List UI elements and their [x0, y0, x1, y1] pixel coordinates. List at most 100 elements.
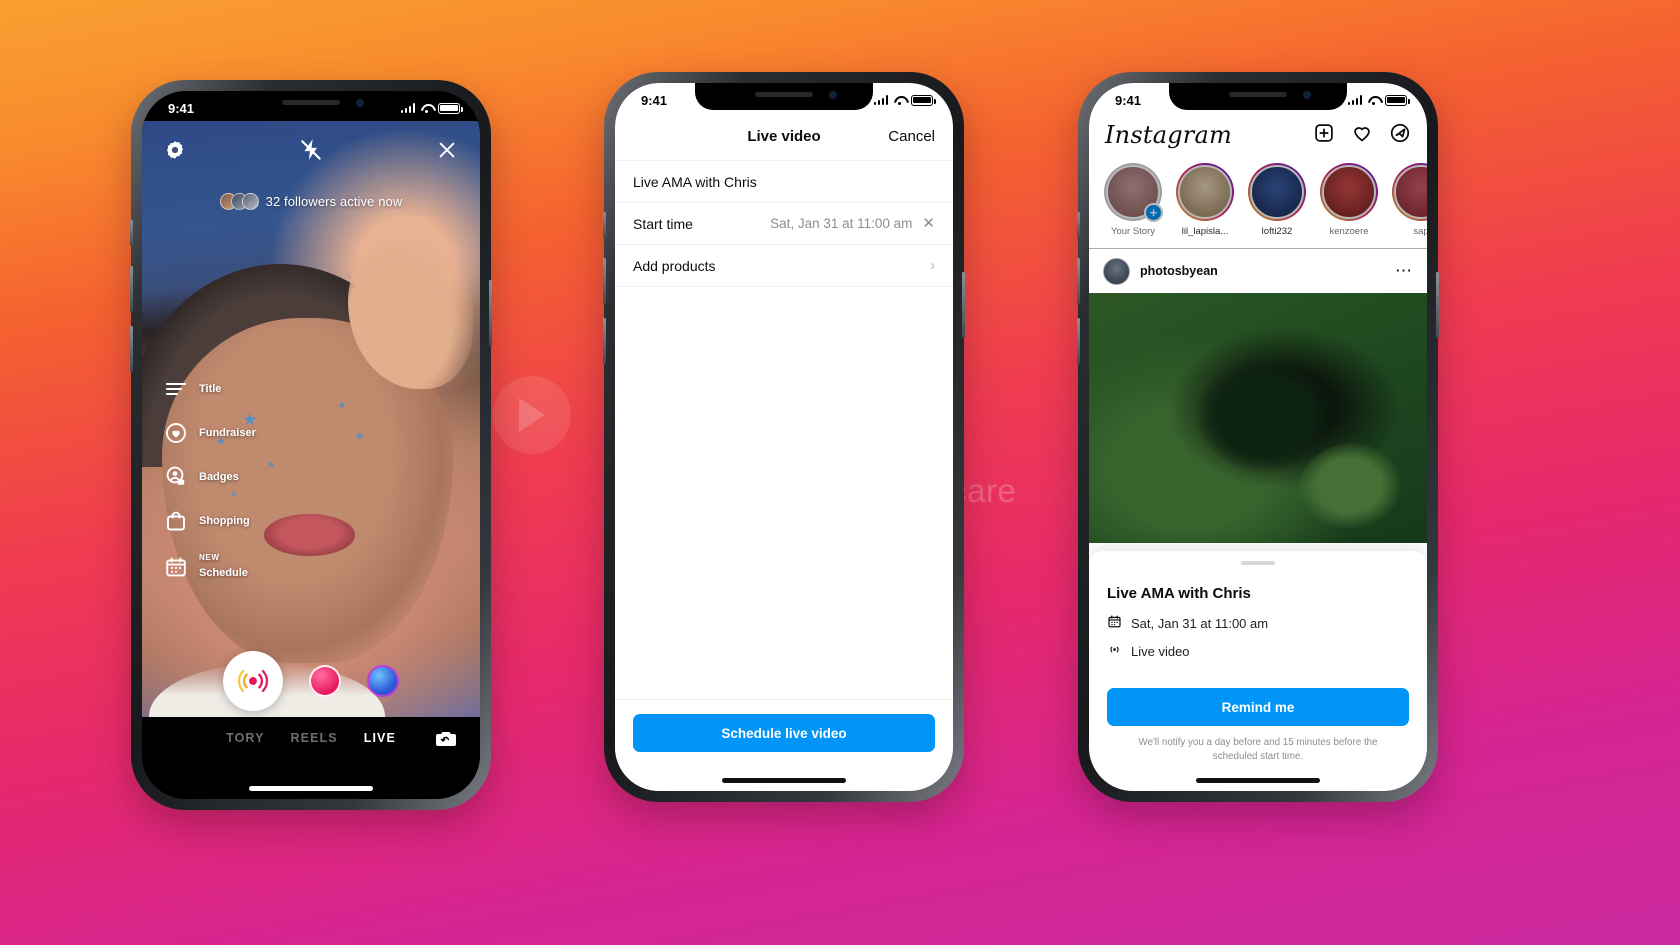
live-broadcast-button[interactable] [223, 651, 283, 711]
active-followers-indicator: 32 followers active now [142, 193, 480, 210]
add-story-plus-icon[interactable]: + [1144, 203, 1163, 222]
phone2-power-button[interactable] [962, 272, 965, 338]
live-side-menu: Title Fundraiser Badges Shopping NEW Sch… [164, 377, 256, 581]
phone-live-composer: 9:41 32 followers active now Title Fundr… [130, 80, 492, 810]
phone1-screen: 9:41 32 followers active now Title Fundr… [142, 91, 480, 799]
close-icon[interactable] [436, 139, 458, 166]
cellular-signal-icon [1347, 95, 1362, 105]
scheduled-live-title: Live AMA with Chris [1107, 585, 1251, 602]
heart-icon[interactable] [1351, 122, 1373, 149]
story-name: Your Story [1110, 226, 1155, 237]
shopping-bag-icon [164, 509, 188, 533]
phone1-volume-up-button[interactable] [130, 266, 133, 312]
instagram-header: Instagram [1089, 113, 1427, 157]
tab-story[interactable]: TORY [226, 731, 264, 745]
sheet-grabber[interactable] [1241, 561, 1275, 565]
story-item[interactable]: lil_lapisla... [1175, 163, 1235, 248]
phone2-home-indicator [722, 778, 846, 783]
gear-icon[interactable] [164, 139, 186, 166]
phone2-notch [695, 83, 873, 110]
effect-blue-icon[interactable] [367, 665, 399, 697]
watermark-logo-icon [493, 376, 571, 454]
phone1-home-indicator [249, 786, 373, 791]
stories-tray[interactable]: + Your Story lil_lapisla... lofti232 ken… [1089, 157, 1427, 249]
live-title-input[interactable]: Live AMA with Chris [615, 161, 953, 203]
scheduled-live-type-row: Live video [1107, 642, 1409, 660]
avatar[interactable] [1103, 257, 1130, 285]
side-menu-item-badges[interactable]: Badges [164, 465, 256, 489]
live-broadcast-icon [228, 656, 278, 706]
more-dots-icon[interactable]: ⋯ [1395, 261, 1413, 281]
phone3-volume-down-button[interactable] [1077, 318, 1080, 364]
phone1-status-time: 9:41 [168, 100, 195, 116]
battery-icon [438, 102, 463, 114]
scheduled-live-type: Live video [1131, 643, 1190, 659]
schedule-live-video-button[interactable]: Schedule live video [633, 714, 935, 752]
side-menu-label: Title [199, 383, 222, 395]
side-menu-item-schedule[interactable]: NEW Schedule [164, 553, 256, 581]
reminder-note: We'll notify you a day before and 15 min… [1138, 737, 1378, 763]
story-name: lofti232 [1261, 226, 1293, 237]
calendar-icon [164, 555, 188, 579]
plus-square-icon[interactable] [1313, 122, 1335, 149]
phone1-volume-down-button[interactable] [130, 326, 133, 372]
battery-icon [911, 94, 936, 106]
post-image [1089, 293, 1427, 543]
story-name: kenzoere [1329, 226, 1369, 237]
phone2-volume-down-button[interactable] [603, 318, 606, 364]
heart-circle-icon [164, 421, 188, 445]
story-item[interactable]: + Your Story [1103, 163, 1163, 248]
side-menu-item-shopping[interactable]: Shopping [164, 509, 256, 533]
story-name: sap [1413, 226, 1427, 237]
side-menu-label: Schedule [199, 567, 248, 579]
live-capture-controls [142, 651, 480, 711]
side-menu-label: Badges [199, 471, 239, 483]
wifi-icon [1367, 95, 1380, 105]
cancel-button[interactable]: Cancel [888, 128, 935, 145]
phone3-mute-button[interactable] [1077, 212, 1080, 238]
add-products-label: Add products [633, 257, 716, 274]
active-followers-text: 32 followers active now [265, 194, 403, 209]
story-item[interactable]: sap [1391, 163, 1427, 248]
phone3-power-button[interactable] [1436, 272, 1439, 338]
live-waves-icon [1107, 642, 1122, 660]
phone1-mute-button[interactable] [130, 220, 133, 246]
phone1-power-button[interactable] [489, 280, 492, 346]
wifi-icon [893, 95, 906, 105]
story-item[interactable]: kenzoere [1319, 163, 1379, 248]
tab-live[interactable]: LIVE [364, 731, 396, 745]
battery-icon [1385, 94, 1410, 106]
phone2-mute-button[interactable] [603, 212, 606, 238]
phone2-volume-up-button[interactable] [603, 258, 606, 304]
phone3-status-time: 9:41 [1115, 92, 1142, 108]
instagram-logo: Instagram [1105, 121, 1232, 149]
story-name: lil_lapisla... [1181, 226, 1229, 237]
start-time-row[interactable]: Start time Sat, Jan 31 at 11:00 am ✕ [615, 203, 953, 245]
flip-camera-icon[interactable] [434, 727, 458, 756]
chevron-right-icon: › [930, 257, 935, 274]
messenger-icon[interactable] [1389, 122, 1411, 149]
side-menu-new-badge: NEW [199, 553, 220, 562]
cellular-signal-icon [873, 95, 888, 105]
follower-avatars [219, 193, 259, 210]
scheduled-live-date: Sat, Jan 31 at 11:00 am [1131, 615, 1269, 631]
phone2-screen: 9:41 Live video Cancel Live AMA with Chr… [615, 83, 953, 791]
phone3-volume-up-button[interactable] [1077, 258, 1080, 304]
flash-off-icon[interactable] [298, 137, 324, 168]
start-time-label: Start time [633, 215, 693, 232]
phone3-home-indicator [1196, 778, 1320, 783]
close-small-icon[interactable]: ✕ [922, 216, 935, 231]
story-item[interactable]: lofti232 [1247, 163, 1307, 248]
phone2-status-time: 9:41 [641, 92, 668, 108]
effect-pink-icon[interactable] [309, 665, 341, 697]
calendar-icon [1107, 614, 1122, 632]
side-menu-label: Shopping [199, 515, 250, 527]
tab-reels[interactable]: REELS [291, 731, 338, 745]
post-username[interactable]: photosbyean [1140, 264, 1385, 278]
avatar [241, 193, 259, 210]
remind-me-button[interactable]: Remind me [1107, 688, 1409, 726]
side-menu-item-fundraiser[interactable]: Fundraiser [164, 421, 256, 445]
title-lines-icon [164, 377, 188, 401]
side-menu-item-title[interactable]: Title [164, 377, 256, 401]
add-products-row[interactable]: Add products › [615, 245, 953, 287]
